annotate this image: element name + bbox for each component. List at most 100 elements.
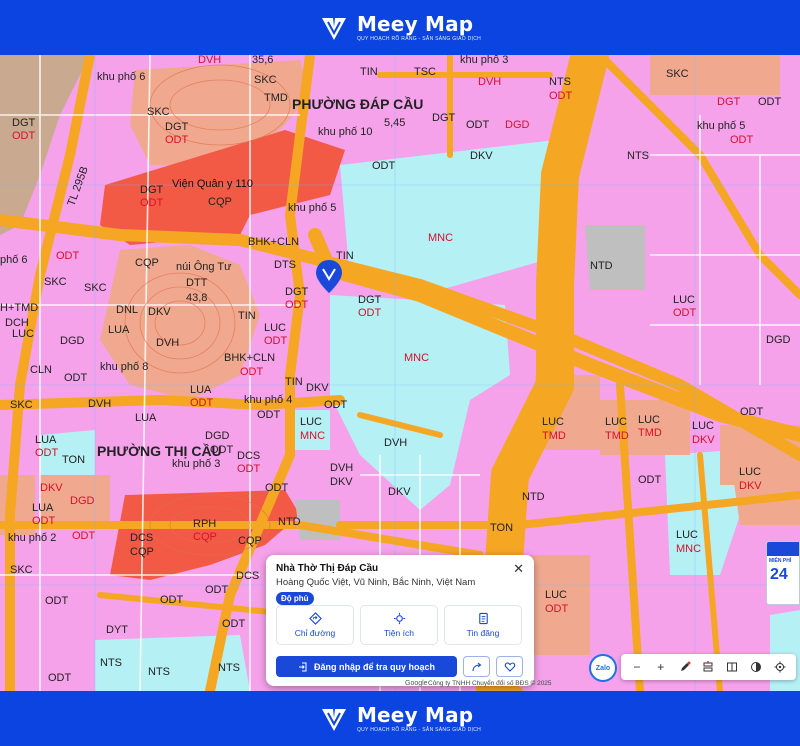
brand-logo-group[interactable]: Meey Map QUY HOẠCH RÕ RÀNG - SẴN SÀNG GI… — [319, 13, 481, 43]
my-location-button[interactable] — [771, 658, 789, 676]
meey-logo-icon — [321, 708, 346, 731]
login-label: Đăng nhập để tra quy hoạch — [313, 661, 435, 672]
map-label: núi Ông Tư — [176, 261, 232, 273]
map-label: DGD — [205, 430, 230, 442]
map-label: DKV — [306, 382, 329, 394]
layers-button[interactable] — [699, 658, 717, 676]
close-button[interactable]: ✕ — [513, 561, 524, 577]
map-label: TON — [490, 522, 514, 534]
listings-icon — [478, 612, 488, 625]
place-title: Nhà Thờ Thị Đáp Cầu — [276, 563, 379, 574]
directions-label: Chỉ đường — [294, 628, 336, 638]
brand-logo-group-bottom[interactable]: Meey Map QUY HOẠCH RÕ RÀNG - SẴN SÀNG GI… — [319, 704, 481, 734]
map-label: ODT — [140, 197, 164, 209]
map-label: LUC — [638, 414, 661, 426]
map-label: khu phố 3 — [172, 458, 221, 470]
split-view-icon — [727, 662, 738, 672]
map-label: 43,8 — [186, 292, 208, 304]
map-label: NTS — [148, 666, 170, 678]
map-label: CQP — [193, 531, 217, 543]
login-to-view-planning-button[interactable]: Đăng nhập để tra quy hoạch — [276, 656, 457, 677]
listings-button[interactable]: Tin đăng — [444, 605, 522, 645]
map-label: SKC — [254, 74, 277, 86]
map-label: DKV — [739, 480, 762, 492]
share-button[interactable] — [463, 656, 490, 677]
map-label: SKC — [666, 68, 689, 80]
map-label: SKC — [84, 282, 107, 294]
map-label: khu phố 5 — [697, 120, 746, 132]
map-label: DKV — [692, 434, 715, 446]
map-label: MNC — [428, 232, 454, 244]
map-label: ODT — [324, 399, 348, 411]
map-label: ODT — [190, 397, 214, 409]
map-label: SKC — [44, 276, 67, 288]
zalo-chat-button[interactable]: Zalo — [589, 654, 617, 682]
map-label: NTS — [100, 657, 122, 669]
crosshair-icon — [774, 661, 786, 673]
map-label: LUC — [545, 589, 568, 601]
map-label: LUC — [264, 322, 287, 334]
map-label: CQP — [238, 535, 262, 547]
map-label: DVH — [384, 437, 408, 449]
map-label: ODT — [72, 530, 96, 542]
zoom-in-button[interactable]: + — [652, 658, 670, 676]
map-label: ODT — [265, 482, 289, 494]
directions-button[interactable]: Chỉ đường — [276, 605, 354, 645]
map-label: NTD — [590, 260, 613, 272]
map-label: LUC — [692, 420, 715, 432]
map-label: LUC — [300, 416, 323, 428]
coverage-badge[interactable]: Độ phủ — [276, 592, 314, 605]
zoom-out-button[interactable]: − — [628, 658, 646, 676]
top-banner: Meey Map QUY HOẠCH RÕ RÀNG - SẴN SÀNG GI… — [0, 0, 800, 55]
map-label: ODT — [638, 474, 662, 486]
map-label: DKV — [330, 476, 353, 488]
map-label: ODT — [285, 299, 309, 311]
map-label: ODT — [222, 618, 246, 630]
bottom-banner: Meey Map QUY HOẠCH RÕ RÀNG - SẴN SÀNG GI… — [0, 691, 800, 746]
map-label: NTD — [522, 491, 545, 503]
map-label: ODT — [56, 250, 80, 262]
map-label: CLN — [30, 364, 53, 376]
amenities-icon — [393, 612, 405, 625]
split-view-button[interactable] — [723, 658, 741, 676]
map-label: ODT — [549, 90, 573, 102]
map-label: DCS — [237, 450, 261, 462]
amenities-button[interactable]: Tiện ích — [360, 605, 438, 645]
map-label: DKV — [470, 150, 493, 162]
map-label: khu phố 4 — [244, 394, 293, 406]
draw-tool-button[interactable] — [676, 658, 694, 676]
map-label: LUC — [739, 466, 762, 478]
map-label: SKC — [147, 106, 170, 118]
copyright-text: Công ty TNHH Chuyển đổi số BĐS © 2025 — [428, 680, 552, 687]
map-label: ODT — [264, 335, 288, 347]
place-address: Hoàng Quốc Việt, Vũ Ninh, Bắc Ninh, Việt… — [276, 577, 476, 588]
map-label: LUA — [35, 434, 57, 446]
map-label: DGT — [165, 121, 189, 133]
favorite-button[interactable] — [496, 656, 523, 677]
map-label: DGT — [12, 117, 36, 129]
map-label: ODT — [466, 119, 490, 131]
map-label: LUC — [673, 294, 696, 306]
map-label: ODT — [673, 307, 697, 319]
map-label: BHK+CLN — [224, 352, 276, 364]
map-label: TIN — [360, 66, 378, 78]
map-label: DYT — [106, 624, 128, 636]
brand-tagline: QUY HOẠCH RÕ RÀNG - SẴN SÀNG GIAO DỊCH — [356, 35, 482, 42]
map-area-ntd — [585, 225, 645, 290]
map-label: DGT — [140, 184, 164, 196]
map-label: DCS — [130, 532, 154, 544]
map-label: DTT — [186, 277, 208, 289]
map-label: ODT — [257, 409, 281, 421]
map-label: LUA — [190, 384, 212, 396]
share-icon — [471, 662, 481, 671]
map-label: DGD — [766, 334, 791, 346]
map-label: TIN — [238, 310, 256, 322]
ward-label-dap-cau: PHƯỜNG ĐÁP CẦU — [292, 96, 424, 112]
side-ad-banner[interactable]: MIỄN PHÍ 24 — [766, 541, 800, 605]
opacity-button[interactable] — [747, 658, 765, 676]
map-label: DVH — [478, 76, 502, 88]
map-label: ODT — [165, 134, 189, 146]
layers-icon — [703, 661, 713, 672]
map-label: LUA — [32, 502, 54, 514]
ward-label-thi-cau: PHƯỜNG THỊ CẦU — [97, 443, 222, 459]
